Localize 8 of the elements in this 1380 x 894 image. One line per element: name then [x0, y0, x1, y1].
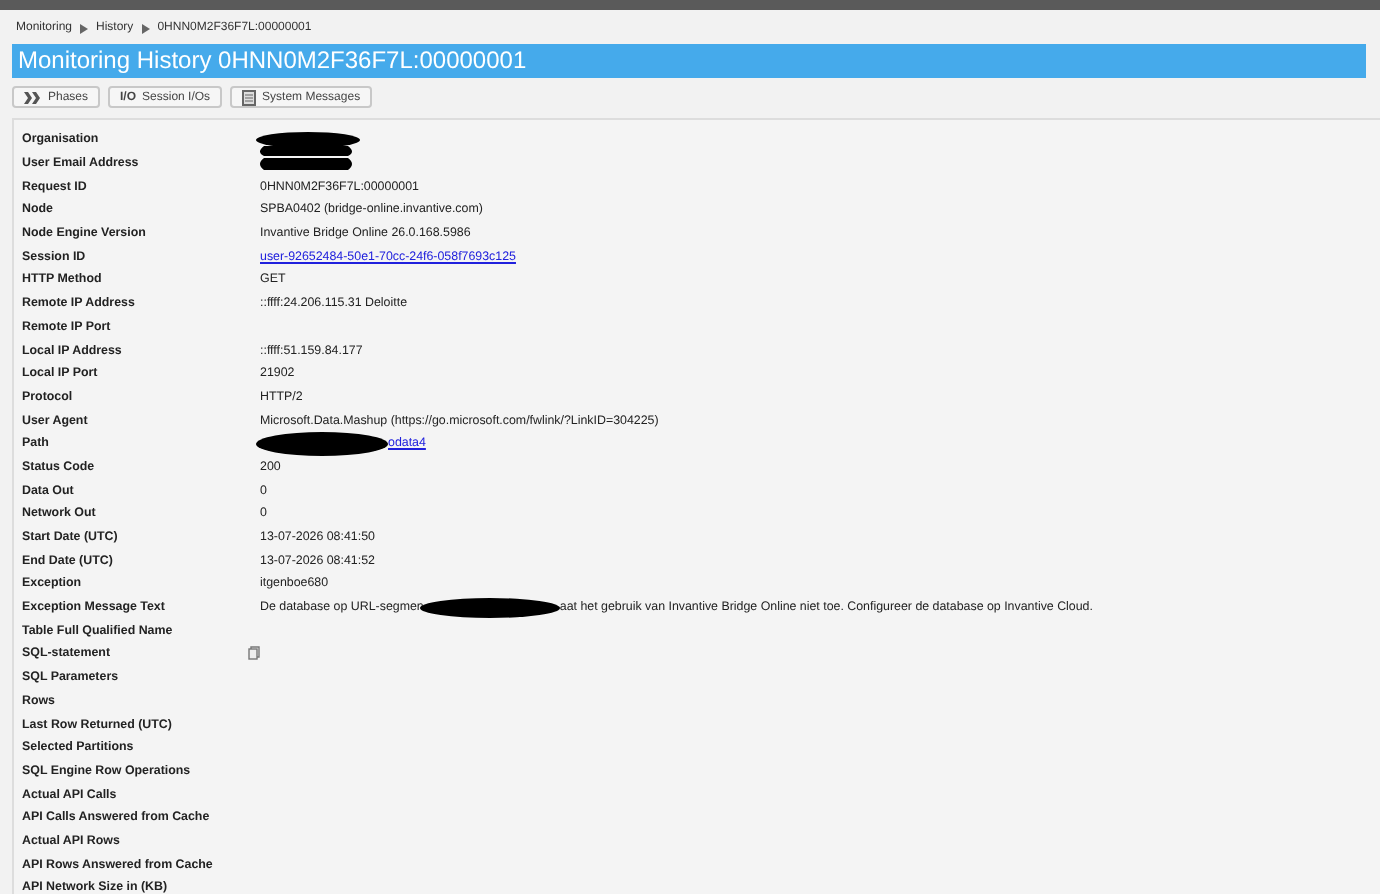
chevrons-icon [24, 91, 42, 103]
document-icon [242, 89, 257, 105]
redaction-mark [256, 431, 388, 456]
page-title: Monitoring History 0HNN0M2F36F7L:00000001 [12, 44, 1366, 78]
copy-icon[interactable] [248, 646, 260, 661]
breadcrumb-separator-icon [80, 23, 89, 33]
breadcrumb-separator-icon [141, 23, 150, 33]
redaction-mark [419, 597, 560, 618]
